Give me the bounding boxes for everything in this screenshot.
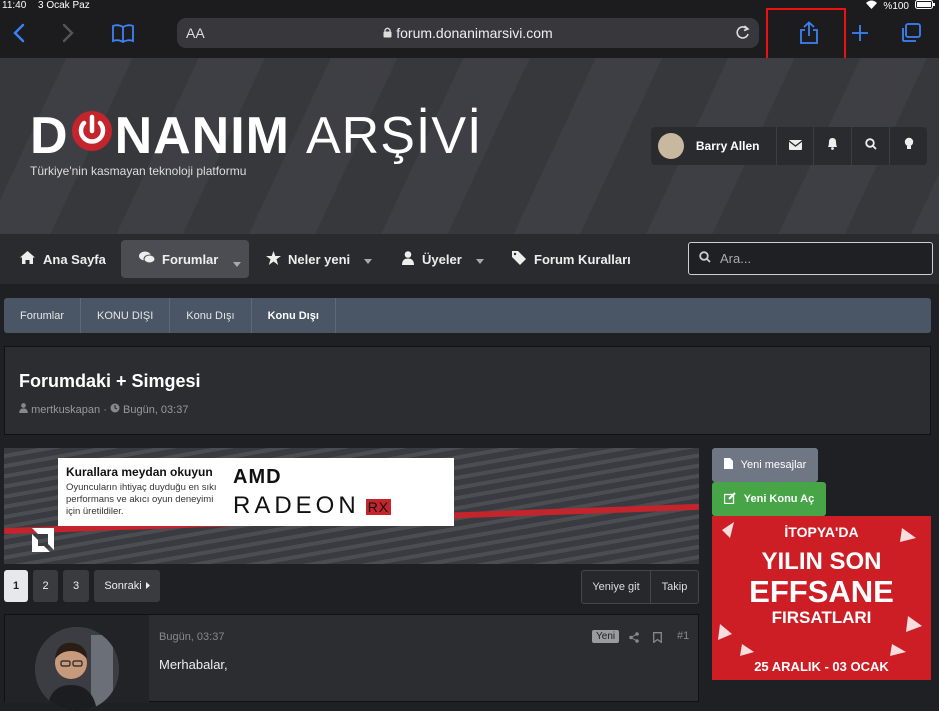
breadcrumb: Forumlar KONU DIŞI Konu Dışı Konu Dışı: [4, 298, 931, 333]
rx-badge: RX: [365, 498, 392, 515]
amd-arrow-icon: [28, 524, 58, 554]
post-body: Merhabalar,: [159, 657, 228, 672]
search-icon: [699, 251, 711, 266]
ad-dates: 25 ARALIK - 03 OCAK: [754, 659, 889, 674]
battery-percentage: %100: [883, 0, 909, 12]
status-date: 3 Ocak Paz: [38, 0, 90, 11]
reload-icon[interactable]: [735, 25, 750, 45]
comments-icon: [139, 251, 156, 267]
nav-home[interactable]: Ana Sayfa: [12, 240, 114, 278]
messages-button[interactable]: [775, 127, 814, 165]
search-input[interactable]: Ara...: [688, 242, 933, 275]
radeon-logo: RADEON: [233, 492, 360, 519]
thread-header: Forumdaki + Simgesi mertkuskapan · Bugün…: [4, 346, 931, 435]
ad-line2: EFFSANE: [749, 574, 894, 609]
banner-card: Kurallara meydan okuyun Oyuncuların ihti…: [58, 458, 454, 526]
nav-members[interactable]: Üyeler: [402, 240, 484, 278]
alerts-button[interactable]: [813, 127, 851, 165]
site-tagline: Türkiye'nin kasmayan teknoloji platformu: [30, 164, 247, 178]
forward-button[interactable]: [53, 20, 83, 50]
user-bar: Barry Allen: [651, 127, 927, 165]
user-icon: [19, 403, 28, 416]
tag-icon: [512, 250, 526, 268]
banner-heading: Kurallara meydan okuyun: [66, 465, 213, 479]
clock-icon: [110, 403, 120, 416]
itopya-ad[interactable]: İTOPYA'DA YILIN SON EFFSANE FIRSATLARI 2…: [712, 516, 931, 680]
caret-down-icon[interactable]: [475, 252, 484, 267]
breadcrumb-forums[interactable]: Forumlar: [4, 298, 82, 333]
book-icon: [111, 23, 135, 48]
style-toggle-button[interactable]: [889, 127, 927, 165]
back-button[interactable]: [4, 20, 34, 50]
bookmark-icon[interactable]: [653, 630, 662, 648]
nav-whats-new[interactable]: Neler yeni: [266, 240, 373, 278]
post-user-column: [5, 615, 149, 711]
edit-icon: [723, 491, 736, 507]
page-2-button[interactable]: 2: [33, 570, 58, 602]
caret-down-icon[interactable]: [364, 252, 373, 267]
status-time: 11:40: [2, 0, 27, 11]
bookmarks-button[interactable]: [108, 20, 138, 50]
ad-line3: FIRSATLARI: [771, 608, 872, 627]
search-placeholder: Ara...: [720, 251, 752, 266]
amd-logo: AMD: [233, 466, 282, 488]
post-date[interactable]: Bugün, 03:37: [159, 631, 224, 643]
page-3-button[interactable]: 3: [63, 570, 89, 602]
home-icon: [20, 251, 35, 267]
star-icon: [266, 250, 281, 268]
battery-icon: [915, 0, 935, 12]
user-name[interactable]: Barry Allen: [696, 139, 776, 153]
bell-icon: [827, 137, 838, 155]
site-logo[interactable]: D NANIM ARŞİVİ Türkiye'nin kasmayan tekn…: [30, 106, 482, 178]
search-button[interactable]: [851, 127, 889, 165]
nav-forums[interactable]: Forumlar: [121, 240, 249, 278]
nav-forum-rules[interactable]: Forum Kuralları: [512, 240, 631, 278]
ad-brand: İTOPYA'DA: [784, 524, 859, 540]
post: Bugün, 03:37 Yeni #1 Merhabalar,: [4, 614, 699, 711]
new-tab-button[interactable]: [845, 20, 875, 50]
page-1-button[interactable]: 1: [4, 570, 28, 602]
tabs-button[interactable]: [896, 20, 926, 50]
user-avatar[interactable]: [658, 133, 684, 159]
banner-text: Oyuncuların ihtiyaç duyduğu en sıkı perf…: [66, 482, 217, 517]
site-header: D NANIM ARŞİVİ Türkiye'nin kasmayan tekn…: [0, 58, 939, 234]
ad-line1: YILIN SON: [761, 548, 882, 575]
next-page-button[interactable]: Sonraki: [94, 570, 160, 602]
follow-button[interactable]: Takip: [650, 570, 699, 604]
post-avatar[interactable]: [35, 627, 119, 711]
new-posts-button[interactable]: Yeni mesajlar: [712, 448, 818, 482]
thread-time[interactable]: Bugün, 03:37: [123, 404, 188, 416]
share-icon[interactable]: [629, 630, 639, 648]
wifi-icon: [866, 0, 878, 12]
url-text: forum.donanimarsivi.com: [396, 25, 553, 41]
thread-author[interactable]: mertkuskapan: [31, 404, 100, 416]
goto-new-button[interactable]: Yeniye git: [581, 570, 651, 604]
breadcrumb-konu-disi-category[interactable]: KONU DIŞI: [81, 298, 171, 333]
new-thread-button[interactable]: Yeni Konu Aç: [712, 482, 826, 516]
chevron-left-icon: [12, 23, 26, 48]
amd-banner[interactable]: Kurallara meydan okuyun Oyuncuların ihti…: [4, 448, 699, 564]
lock-icon: [383, 25, 392, 41]
chevron-right-icon: [61, 23, 75, 48]
new-badge: Yeni: [592, 630, 620, 643]
user-icon: [402, 250, 414, 268]
envelope-icon: [788, 137, 802, 155]
caret-down-icon[interactable]: [233, 255, 241, 270]
browser-toolbar: AA forum.donanimarsivi.com: [0, 8, 939, 68]
power-icon: [70, 106, 114, 166]
caret-right-icon: [145, 580, 150, 592]
thread-title: Forumdaki + Simgesi: [19, 371, 201, 391]
breadcrumb-konu-disi-current[interactable]: Konu Dışı: [252, 298, 336, 333]
address-bar[interactable]: AA forum.donanimarsivi.com: [177, 18, 759, 48]
breadcrumb-konu-disi-forum[interactable]: Konu Dışı: [170, 298, 252, 333]
tabs-icon: [900, 22, 922, 48]
document-icon: [723, 458, 733, 472]
search-icon: [865, 137, 877, 155]
lightbulb-icon: [904, 137, 914, 155]
plus-icon: [851, 24, 869, 47]
post-number[interactable]: #1: [677, 630, 689, 642]
